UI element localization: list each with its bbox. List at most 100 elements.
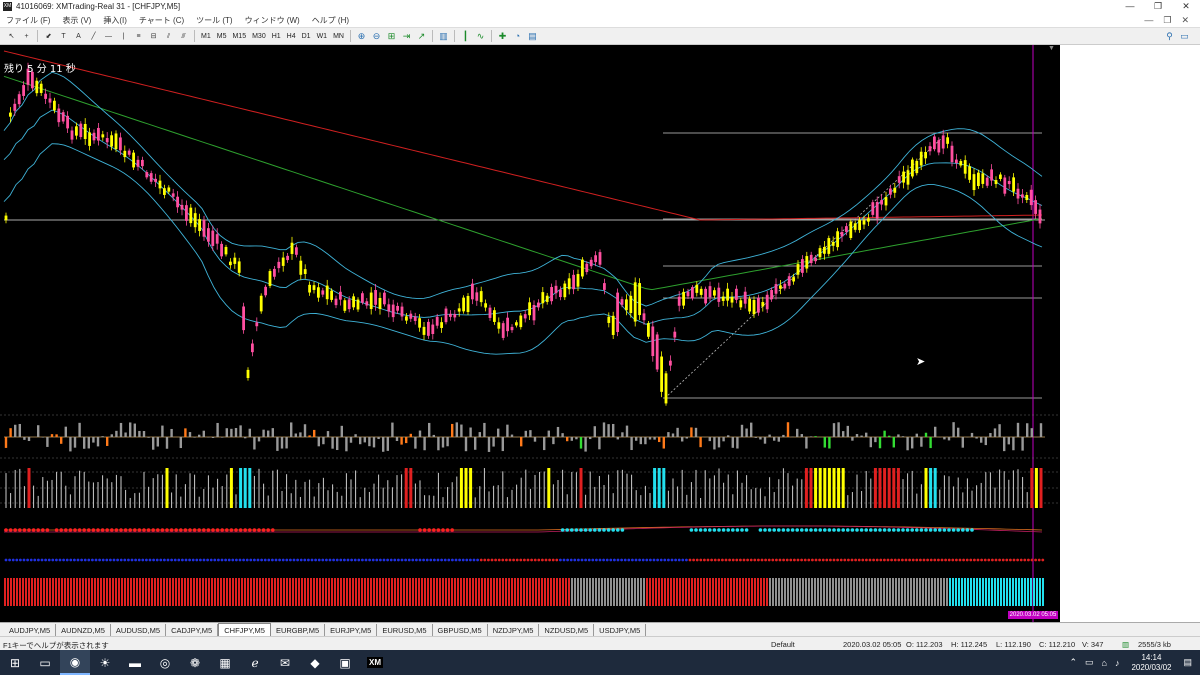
signal-bar [873, 468, 877, 508]
indicators-icon[interactable]: ✚ [496, 30, 509, 43]
candlestick-icon[interactable]: ┃ [459, 30, 472, 43]
internet-explorer-icon[interactable]: ℯ [240, 650, 270, 675]
vertical-line-icon[interactable]: | [117, 30, 130, 43]
chart-area[interactable]: 0/ 112.42938.2/ 112.07150/ 111.86961.8/ … [0, 45, 1169, 622]
fibonacci-tool-icon[interactable]: ⊟ [147, 30, 160, 43]
channel-tool-icon[interactable]: ≡ [132, 30, 145, 43]
chat-icon[interactable]: ▭ [1178, 30, 1191, 43]
ribbon-bar [466, 578, 468, 606]
minimize-button[interactable]: — [1116, 1, 1144, 12]
label-tool-icon[interactable]: A [72, 30, 85, 43]
tab-chfjpy[interactable]: CHFJPY,M5 [218, 623, 271, 636]
candle-body [532, 305, 536, 321]
timeframe-w1[interactable]: W1 [315, 30, 330, 43]
oscillator-bar [860, 435, 863, 437]
tab-nzdjpy[interactable]: NZDJPY,M5 [488, 624, 540, 636]
text-tool-icon[interactable]: T [57, 30, 70, 43]
signal-bar [391, 487, 393, 508]
tray-clock[interactable]: 14:14 2020/03/02 [1131, 653, 1171, 673]
child-minimize-button[interactable]: — [1139, 15, 1158, 26]
timeframe-m15[interactable]: M15 [230, 30, 248, 43]
bar-chart-icon[interactable]: ▥ [437, 30, 450, 43]
task-view-icon[interactable]: ▭ [30, 650, 60, 675]
trend-dot [94, 558, 98, 562]
app-diamond-icon[interactable]: ◆ [300, 650, 330, 675]
signal-bar [424, 495, 426, 508]
restore-button[interactable]: ❐ [1144, 1, 1172, 12]
tab-eurgbp[interactable]: EURGBP,M5 [271, 624, 326, 636]
trend-dot [1001, 558, 1005, 562]
toolbar: ↖ + ⬋ T A ╱ — | ≡ ⊟ ⫽ ⫻ M1 M5 M15 M30 H1… [0, 28, 1200, 45]
tray-network-icon[interactable]: ⌂ [1102, 658, 1107, 668]
timeframe-d1[interactable]: D1 [300, 30, 313, 43]
line-studies-icon[interactable]: ⬋ [42, 30, 55, 43]
timeframe-h4[interactable]: H4 [285, 30, 298, 43]
candle-body [660, 356, 663, 392]
timeframe-m5[interactable]: M5 [215, 30, 229, 43]
oscillator-bar [644, 437, 647, 445]
templates-icon[interactable]: ▤ [526, 30, 539, 43]
signal-bar [19, 468, 21, 508]
tab-usdjpy[interactable]: USDJPY,M5 [594, 624, 647, 636]
start-button-icon[interactable]: ⊞ [0, 650, 30, 675]
tray-battery-icon[interactable]: ▭ [1085, 657, 1094, 668]
timeframe-m1[interactable]: M1 [199, 30, 213, 43]
outlook-icon[interactable]: ✉ [270, 650, 300, 675]
menu-tools[interactable]: ツール (T) [190, 15, 238, 26]
chrome-icon[interactable]: ◎ [150, 650, 180, 675]
system-tray: ⌃ ▭ ⌂ ♪ 14:14 2020/03/02 ▤ [1065, 653, 1200, 673]
child-restore-button[interactable]: ❐ [1158, 15, 1176, 26]
tab-eurusd[interactable]: EURUSD,M5 [377, 624, 433, 636]
tab-audnzd[interactable]: AUDNZD,M5 [56, 624, 111, 636]
close-button[interactable]: ✕ [1172, 1, 1200, 12]
horizontal-line-icon[interactable]: — [102, 30, 115, 43]
zoom-out-icon[interactable]: ⊖ [370, 30, 383, 43]
chart-shift-icon[interactable]: ⇥ [400, 30, 413, 43]
tray-chevron-icon[interactable]: ⌃ [1069, 657, 1077, 668]
app-window-icon[interactable]: ▣ [330, 650, 360, 675]
timeframe-mn[interactable]: MN [331, 30, 346, 43]
menu-file[interactable]: ファイル (F) [0, 15, 56, 26]
menu-insert[interactable]: 挿入(I) [97, 15, 133, 26]
periodicity-icon[interactable]: ◔ [511, 30, 524, 43]
ribbon-bar [697, 578, 699, 606]
tab-gbpusd[interactable]: GBPUSD,M5 [433, 624, 488, 636]
ribbon-bar [682, 578, 684, 606]
menu-help[interactable]: ヘルプ (H) [306, 15, 355, 26]
timeframe-m30[interactable]: M30 [250, 30, 268, 43]
menu-chart[interactable]: チャート (C) [133, 15, 190, 26]
video-app-icon[interactable]: ▬ [120, 650, 150, 675]
app-red-icon[interactable]: ❁ [180, 650, 210, 675]
oscillator-bar [993, 428, 997, 437]
xm-terminal-icon[interactable]: XM [360, 650, 390, 675]
autoscroll-icon[interactable]: ↗ [415, 30, 428, 43]
tray-volume-icon[interactable]: ♪ [1115, 658, 1120, 668]
tab-audjpy[interactable]: AUDJPY,M5 [4, 624, 57, 636]
child-close-button[interactable]: ✕ [1176, 15, 1194, 26]
oscillator-bar [345, 437, 348, 452]
ribbon-bar [985, 578, 987, 606]
menu-window[interactable]: ウィンドウ (W) [239, 15, 306, 26]
tile-windows-icon[interactable]: ⊞ [385, 30, 398, 43]
gann-tool-icon[interactable]: ⫻ [177, 30, 190, 43]
andrews-pitchfork-icon[interactable]: ⫽ [162, 30, 175, 43]
oscillator-bar [50, 434, 54, 437]
tab-cadjpy[interactable]: CADJPY,M5 [166, 624, 219, 636]
weather-app-icon[interactable]: ☀ [90, 650, 120, 675]
trendline-tool-icon[interactable]: ╱ [87, 30, 100, 43]
tab-audusd[interactable]: AUDUSD,M5 [111, 624, 167, 636]
crosshair-tool-icon[interactable]: + [20, 30, 33, 43]
tab-eurjpy[interactable]: EURJPY,M5 [325, 624, 378, 636]
timeframe-h1[interactable]: H1 [270, 30, 283, 43]
app-tiles-icon[interactable]: ▦ [210, 650, 240, 675]
line-chart-icon[interactable]: ∿ [474, 30, 487, 43]
menu-view[interactable]: 表示 (V) [56, 15, 97, 26]
search-icon[interactable]: ⚲ [1163, 30, 1176, 43]
candle-body [497, 322, 501, 329]
tab-nzdusd[interactable]: NZDUSD,M5 [539, 624, 595, 636]
zoom-in-icon[interactable]: ⊕ [355, 30, 368, 43]
ribbon-bar [13, 578, 15, 606]
edge-browser-icon[interactable]: ◉ [60, 650, 90, 675]
notification-icon[interactable]: ▤ [1183, 657, 1192, 668]
cursor-tool-icon[interactable]: ↖ [5, 30, 18, 43]
